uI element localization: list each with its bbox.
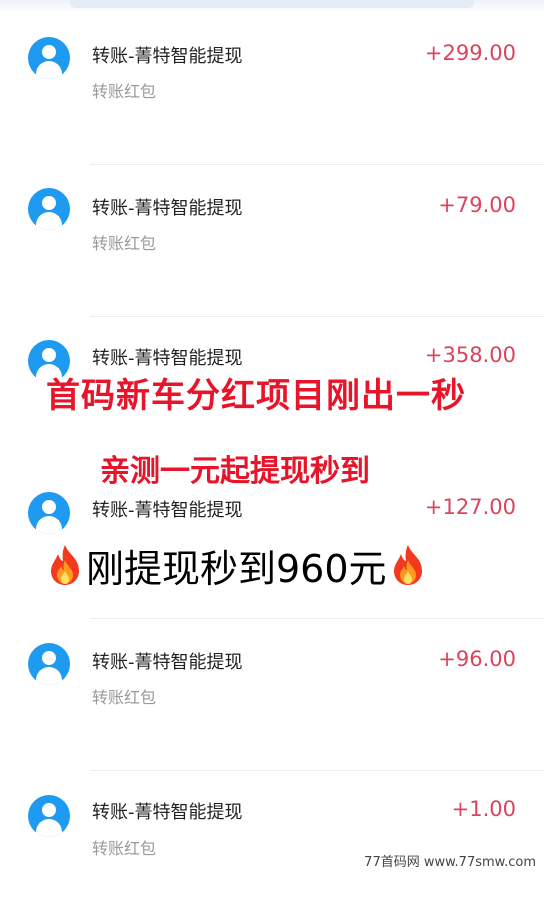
- transaction-amount: +358.00: [424, 343, 516, 367]
- user-avatar-icon: [28, 643, 70, 685]
- user-avatar-icon: [28, 37, 70, 79]
- user-avatar-icon: [28, 492, 70, 534]
- transaction-amount: +79.00: [438, 193, 516, 217]
- transaction-list: 转账-菁特智能提现 转账红包 +299.00 转账-菁特智能提现 转账红包 +7…: [0, 0, 544, 878]
- transaction-amount: +96.00: [438, 647, 516, 671]
- fire-icon: [393, 545, 422, 585]
- transaction-subtitle: 转账红包: [92, 839, 157, 858]
- transaction-row[interactable]: 转账-菁特智能提现 转账红包 +1.00: [0, 770, 544, 922]
- transaction-row[interactable]: 转账-菁特智能提现 转账红包 +299.00: [0, 14, 544, 166]
- transaction-row[interactable]: 转账-菁特智能提现 转账红包 +96.00: [0, 618, 544, 770]
- transaction-amount: +1.00: [451, 797, 516, 821]
- transaction-subtitle: 转账红包: [92, 234, 157, 253]
- site-watermark: 77首码网 www.77smw.com: [364, 855, 536, 870]
- row-divider: [90, 164, 544, 165]
- fire-icon: [51, 545, 79, 585]
- row-divider: [90, 316, 544, 317]
- promo-headline: 首码新车分红项目刚出一秒: [46, 376, 466, 416]
- transaction-row[interactable]: 转账-菁特智能提现 转账红包 +79.00: [0, 164, 544, 316]
- promo-subheadline: 亲测一元起提现秒到: [100, 454, 370, 489]
- row-divider: [90, 770, 544, 771]
- transaction-title: 转账-菁特智能提现: [92, 46, 243, 67]
- transaction-amount: +299.00: [424, 41, 516, 65]
- row-divider: [90, 618, 544, 619]
- transaction-subtitle: 转账红包: [92, 82, 157, 101]
- user-avatar-icon: [28, 188, 70, 230]
- user-avatar-icon: [28, 795, 70, 837]
- transaction-title: 转账-菁特智能提现: [92, 348, 243, 369]
- promo-cashout-banner: 刚提现秒到960元: [44, 540, 429, 591]
- transaction-title: 转账-菁特智能提现: [92, 198, 243, 219]
- promo-cashout-text: 刚提现秒到960元: [86, 546, 387, 591]
- transaction-title: 转账-菁特智能提现: [92, 652, 243, 673]
- transaction-title: 转账-菁特智能提现: [92, 500, 243, 521]
- transaction-title: 转账-菁特智能提现: [92, 802, 243, 823]
- transaction-subtitle: 转账红包: [92, 688, 157, 707]
- transaction-amount: +127.00: [424, 495, 516, 519]
